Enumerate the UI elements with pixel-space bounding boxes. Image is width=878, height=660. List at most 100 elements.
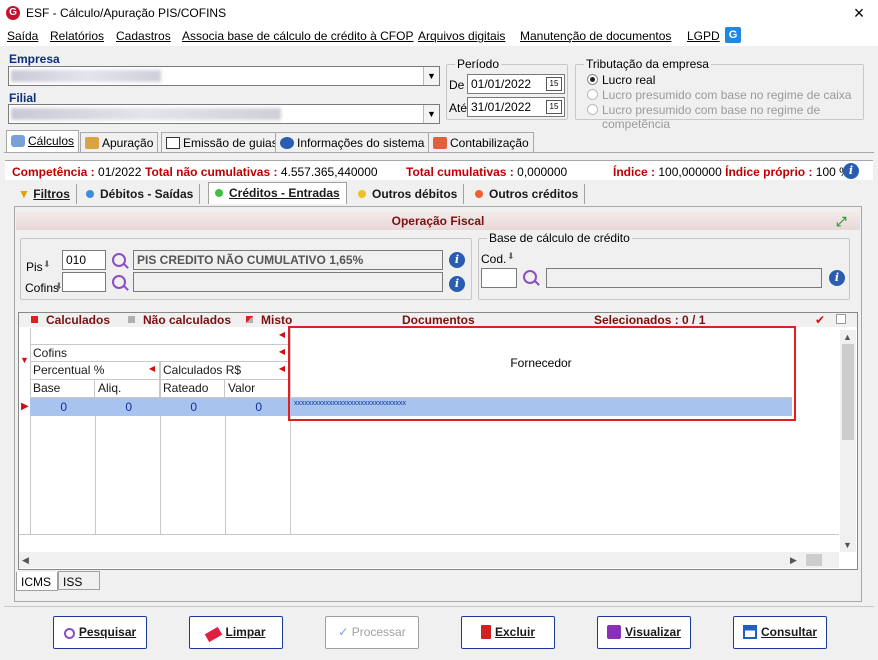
consultar-button[interactable]: Consultar [733, 616, 827, 649]
chevron-down-icon[interactable]: ▼ [843, 540, 852, 550]
documentos-title: Documentos [402, 313, 475, 327]
visualizar-button[interactable]: Visualizar [597, 616, 691, 649]
tab-icms[interactable]: ICMS [16, 572, 58, 591]
menu-saida[interactable]: Saída [7, 29, 38, 43]
subtab-outros-creditos-label: Outros créditos [489, 187, 579, 201]
header-aliq[interactable]: Aliq. [95, 380, 160, 398]
tab-apuracao[interactable]: Apuração [80, 132, 159, 152]
tributacao-title: Tributação da empresa [584, 57, 711, 71]
subtab-filtros[interactable]: ▼ Filtros [12, 184, 77, 204]
info-icon[interactable]: i [449, 252, 465, 268]
chevron-down-icon[interactable]: ▼ [423, 105, 439, 123]
header-cofins: Cofins ◀ [30, 345, 290, 362]
scrollbar-thumb[interactable] [842, 344, 854, 440]
printer-icon [607, 625, 622, 639]
periodo-de-value: 01/01/2022 [471, 77, 532, 91]
info-icon [280, 137, 294, 149]
filial-combo[interactable]: ▼ [8, 104, 440, 124]
info-icon[interactable]: i [449, 276, 465, 292]
selecionados-count: Selecionados : 0 / 1 [594, 313, 706, 327]
pis-label: Pis [26, 260, 43, 274]
total-c-label: Total cumulativas : [406, 165, 514, 179]
tab-informacoes-sistema[interactable]: Informações do sistema [275, 132, 430, 152]
horizontal-scrollbar[interactable] [19, 552, 839, 568]
close-icon[interactable]: × [848, 2, 870, 24]
pis-code-input[interactable]: 010 [62, 250, 106, 270]
radio-lucro-real[interactable] [587, 74, 598, 85]
calendar-icon[interactable]: 15 [546, 77, 562, 91]
radio-lucro-real-label: Lucro real [602, 73, 656, 87]
tab-emissao-guias[interactable]: Emissão de guias [161, 132, 283, 152]
legend-misto: Misto [246, 313, 292, 327]
periodo-title: Período [455, 57, 502, 71]
operacao-fiscal-header: Operação Fiscal [16, 212, 860, 230]
calendar-icon[interactable]: 15 [546, 100, 562, 114]
expand-icon[interactable]: ⤢ [836, 214, 846, 230]
excluir-button[interactable]: Excluir [461, 616, 555, 649]
search-icon[interactable] [112, 253, 126, 267]
periodo-de-label: De [449, 78, 465, 92]
total-nc-value: 4.557.365,440000 [280, 165, 378, 179]
cofins-code-input[interactable] [62, 272, 106, 292]
info-icon[interactable]: i [843, 163, 859, 179]
processar-label: Processar [351, 625, 406, 639]
cod-label: Cod. [481, 252, 507, 266]
lgpd-g-icon[interactable]: G [725, 27, 741, 43]
tabs-baseline [4, 152, 874, 153]
green-dot-icon [215, 189, 223, 197]
orange-dot-icon [475, 190, 483, 198]
radio-presumido-competencia[interactable] [587, 104, 598, 115]
mixed-square-icon [246, 316, 253, 323]
cod-input[interactable] [481, 268, 517, 288]
subtab-debitos-saidas[interactable]: Débitos - Saídas [80, 184, 201, 204]
empresa-combo[interactable]: ▼ [8, 66, 440, 86]
calculator-icon [11, 135, 25, 147]
total-nc-label: Total não cumulativas : [145, 165, 278, 179]
chevron-down-icon[interactable]: ▼ [423, 67, 439, 85]
subtab-outros-creditos[interactable]: Outros créditos [469, 184, 586, 204]
blue-dot-icon [86, 190, 94, 198]
menu-relatorios[interactable]: Relatórios [50, 29, 104, 43]
info-icon[interactable]: i [829, 270, 845, 286]
pesquisar-button[interactable]: Pesquisar [53, 616, 147, 649]
header-percentual-label: Percentual % [33, 363, 105, 377]
menu-cadastros[interactable]: Cadastros [116, 29, 171, 43]
radio-presumido-caixa[interactable] [587, 89, 598, 100]
search-icon[interactable] [523, 270, 537, 284]
tab-calculos[interactable]: Cálculos [6, 130, 80, 152]
menu-lgpd[interactable]: LGPD [687, 29, 720, 43]
yellow-dot-icon [358, 190, 366, 198]
menu-associa-base[interactable]: Associa base de cálculo de crédito à CFO… [182, 29, 413, 43]
check-icon[interactable]: ✔ [815, 313, 825, 327]
search-icon[interactable] [112, 275, 126, 289]
chevron-left-icon[interactable]: ◀ [22, 555, 29, 566]
total-nc-info: Total não cumulativas : 4.557.365,440000 [145, 165, 378, 179]
subtab-outros-debitos[interactable]: Outros débitos [352, 184, 465, 204]
select-all-checkbox[interactable] [836, 314, 846, 324]
header-valor[interactable]: Valor [225, 380, 290, 398]
processar-button[interactable]: ✓ Processar [325, 616, 419, 649]
grid-line [95, 398, 96, 534]
tab-contabilizacao[interactable]: Contabilização [428, 132, 534, 152]
tab-iss[interactable]: ISS [58, 571, 100, 590]
document-icon [166, 137, 180, 149]
app-logo-icon: G [6, 6, 20, 20]
empresa-value-blurred [11, 70, 161, 82]
menu-arquivos-digitais[interactable]: Arquivos digitais [418, 29, 505, 43]
chevron-right-icon[interactable]: ▶ [790, 555, 797, 566]
trash-icon [480, 625, 491, 639]
subtab-creditos-entradas[interactable]: Créditos - Entradas [208, 182, 347, 204]
grid-line [225, 398, 226, 534]
header-base[interactable]: Base [30, 380, 95, 398]
sort-down-icon: ⬇ [43, 259, 51, 269]
hscroll-thumb[interactable] [806, 554, 822, 566]
indice-label: Índice : [613, 165, 656, 179]
menu-manutencao-documentos[interactable]: Manutenção de documentos [520, 29, 671, 43]
filial-label: Filial [9, 91, 37, 105]
gray-square-icon [128, 316, 135, 323]
limpar-button[interactable]: Limpar [189, 616, 283, 649]
chevron-up-icon[interactable]: ▲ [843, 332, 852, 342]
header-rateado[interactable]: Rateado [160, 380, 225, 398]
indice-proprio-label: Índice próprio : [725, 165, 813, 179]
grid-line [30, 328, 31, 534]
